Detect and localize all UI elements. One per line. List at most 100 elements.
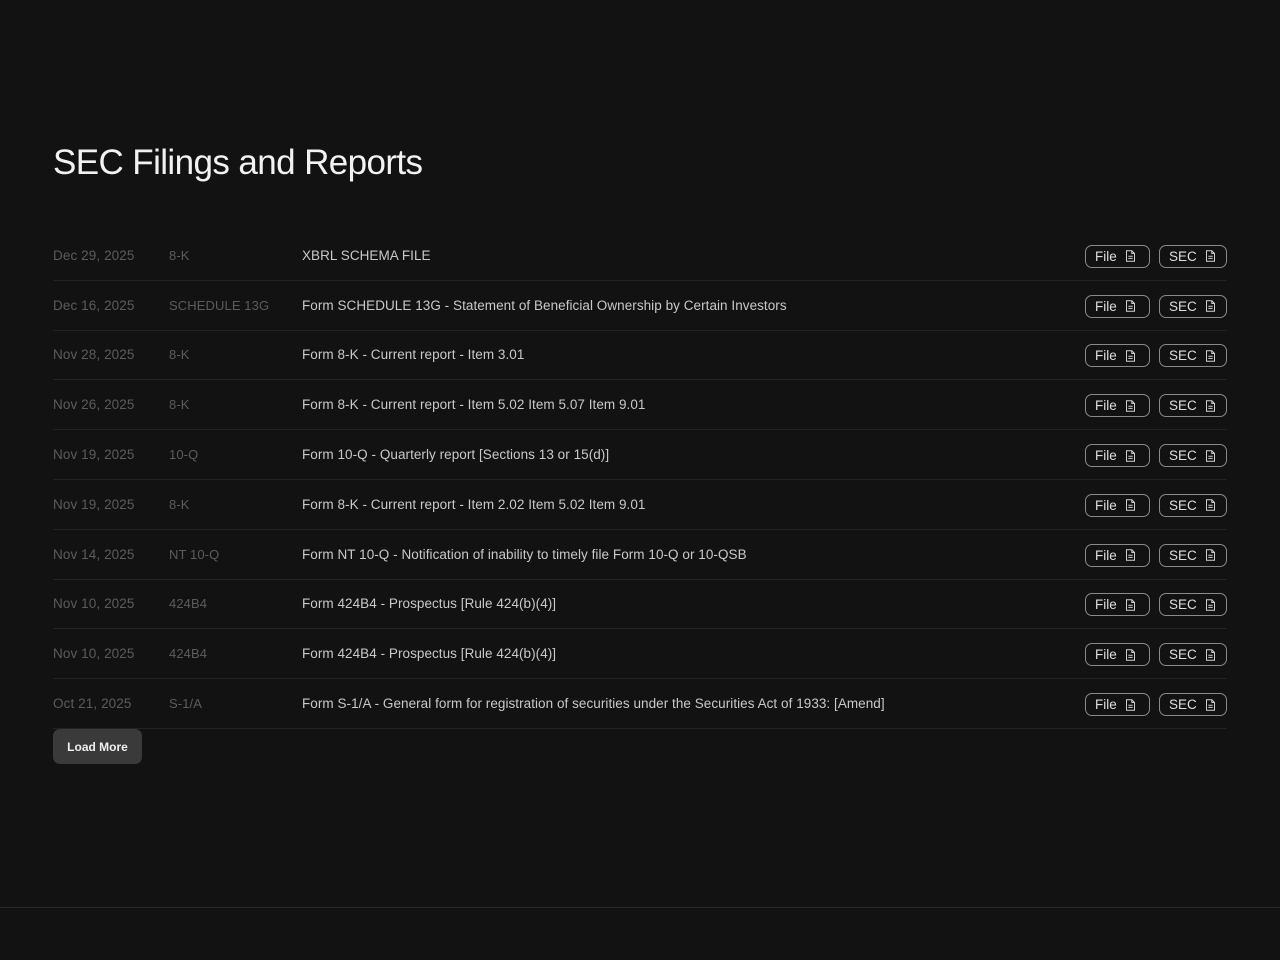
filing-actions: File SEC — [1085, 442, 1227, 468]
document-icon — [1205, 350, 1216, 362]
filing-date: Dec 29, 2025 — [53, 247, 135, 263]
sec-button[interactable]: SEC — [1159, 344, 1227, 368]
filing-type: 8-K — [169, 397, 190, 413]
filing-row: Nov 10, 2025 424B4 Form 424B4 - Prospectus… — [53, 629, 1227, 680]
file-button[interactable]: File — [1085, 244, 1150, 268]
document-icon — [1205, 499, 1216, 512]
sec-button[interactable]: SEC — [1159, 543, 1227, 567]
load-more-button[interactable]: Load More — [53, 729, 142, 764]
filing-type: 8-K — [169, 347, 190, 363]
document-icon — [1205, 300, 1216, 312]
document-icon — [1125, 599, 1136, 611]
sec-button[interactable]: SEC — [1159, 593, 1227, 617]
document-icon — [1205, 599, 1216, 611]
file-button-label: File — [1095, 647, 1117, 663]
filing-type: S-1/A — [169, 696, 203, 712]
filing-type: 8-K — [169, 496, 190, 512]
filing-row: Nov 14, 2025 NT 10-Q Form NT 10-Q - Notifi… — [53, 530, 1227, 580]
filing-actions: File SEC — [1085, 691, 1227, 717]
filing-row: Dec 16, 2025 SCHEDULE 13G Form SCHEDULE 13… — [53, 281, 1227, 331]
document-icon — [1125, 549, 1136, 561]
filing-row: Nov 10, 2025 424B4 Form 424B4 - Prospectus… — [53, 580, 1227, 630]
filing-row: Dec 29, 2025 8-K XBRL SCHEMA FILE File SEC — [53, 231, 1227, 281]
document-icon — [1125, 250, 1136, 263]
sec-button[interactable]: SEC — [1159, 294, 1227, 318]
filing-date: Nov 14, 2025 — [53, 546, 135, 562]
filing-description: Form 10-Q - Quarterly report [Sections 1… — [302, 447, 610, 463]
filing-type: SCHEDULE 13G — [169, 297, 270, 313]
sec-button-label: SEC — [1169, 647, 1197, 663]
filing-row: Nov 26, 2025 8-K Form 8-K - Current report… — [53, 380, 1227, 431]
sec-button-label: SEC — [1169, 448, 1197, 464]
filing-actions: File SEC — [1085, 492, 1227, 517]
filing-date: Nov 28, 2025 — [53, 347, 135, 363]
filing-type: 424B4 — [169, 596, 208, 612]
document-icon — [1205, 549, 1216, 561]
document-icon — [1205, 449, 1216, 462]
document-icon — [1205, 400, 1216, 412]
sec-button[interactable]: SEC — [1159, 493, 1227, 517]
filing-description: Form 424B4 - Prospectus [Rule 424(b)(4)] — [302, 596, 557, 612]
file-button[interactable]: File — [1085, 444, 1150, 468]
sec-button-label: SEC — [1169, 697, 1197, 713]
file-button-label: File — [1095, 398, 1117, 414]
filing-date: Nov 10, 2025 — [53, 596, 135, 612]
file-button[interactable]: File — [1085, 493, 1150, 517]
filing-actions: File SEC — [1085, 591, 1227, 617]
document-icon — [1125, 649, 1136, 661]
filing-type: NT 10-Q — [169, 546, 220, 562]
filing-type: 8-K — [169, 247, 190, 263]
filing-actions: File SEC — [1085, 293, 1227, 318]
file-button[interactable]: File — [1085, 344, 1150, 368]
file-button[interactable]: File — [1085, 593, 1150, 617]
filing-date: Nov 19, 2025 — [53, 447, 135, 463]
filing-date: Dec 16, 2025 — [53, 297, 135, 313]
filing-date: Nov 26, 2025 — [53, 397, 135, 413]
file-button-label: File — [1095, 448, 1117, 464]
file-button-label: File — [1095, 497, 1117, 513]
sec-button[interactable]: SEC — [1159, 444, 1227, 468]
filing-actions: File SEC — [1085, 392, 1227, 418]
filing-row: Oct 21, 2025 S-1/A Form S-1/A - General fo… — [53, 679, 1227, 729]
file-button[interactable]: File — [1085, 394, 1150, 418]
filing-description: Form NT 10-Q - Notification of inability… — [302, 546, 747, 562]
filing-description: Form 8-K - Current report - Item 3.01 — [302, 347, 525, 363]
filing-actions: File SEC — [1085, 243, 1227, 268]
footer-divider — [0, 907, 1280, 908]
file-button-label: File — [1095, 597, 1117, 613]
filing-row: Nov 28, 2025 8-K Form 8-K - Current report… — [53, 331, 1227, 381]
file-button-label: File — [1095, 298, 1117, 314]
document-icon — [1205, 698, 1216, 711]
sec-button-label: SEC — [1169, 298, 1197, 314]
sec-button[interactable]: SEC — [1159, 643, 1227, 667]
filing-description: XBRL SCHEMA FILE — [302, 247, 431, 263]
sec-button[interactable]: SEC — [1159, 244, 1227, 268]
filing-type: 424B4 — [169, 646, 208, 662]
document-icon — [1125, 698, 1136, 711]
document-icon — [1125, 400, 1136, 412]
file-button-label: File — [1095, 348, 1117, 364]
filing-date: Oct 21, 2025 — [53, 696, 132, 712]
filing-description: Form S-1/A - General form for registrati… — [302, 696, 885, 712]
filing-row: Nov 19, 2025 8-K Form 8-K - Current report… — [53, 480, 1227, 530]
file-button-label: File — [1095, 697, 1117, 713]
file-button[interactable]: File — [1085, 543, 1150, 567]
filing-date: Nov 19, 2025 — [53, 496, 135, 512]
filing-actions: File SEC — [1085, 342, 1227, 368]
file-button[interactable]: File — [1085, 693, 1150, 717]
filing-actions: File SEC — [1085, 641, 1227, 667]
sec-button-label: SEC — [1169, 348, 1197, 364]
sec-button[interactable]: SEC — [1159, 693, 1227, 717]
file-button[interactable]: File — [1085, 294, 1150, 318]
sec-button[interactable]: SEC — [1159, 394, 1227, 418]
file-button[interactable]: File — [1085, 643, 1150, 667]
sec-button-label: SEC — [1169, 248, 1197, 264]
document-icon — [1125, 350, 1136, 362]
filing-row: Nov 19, 2025 10-Q Form 10-Q - Quarterly re… — [53, 430, 1227, 480]
filings-list: Dec 29, 2025 8-K XBRL SCHEMA FILE File SEC De… — [53, 231, 1227, 729]
sec-button-label: SEC — [1169, 398, 1197, 414]
filing-actions: File SEC — [1085, 542, 1227, 567]
filing-description: Form 424B4 - Prospectus [Rule 424(b)(4)] — [302, 646, 557, 662]
sec-button-label: SEC — [1169, 547, 1197, 563]
filing-description: Form 8-K - Current report - Item 5.02 It… — [302, 397, 646, 413]
